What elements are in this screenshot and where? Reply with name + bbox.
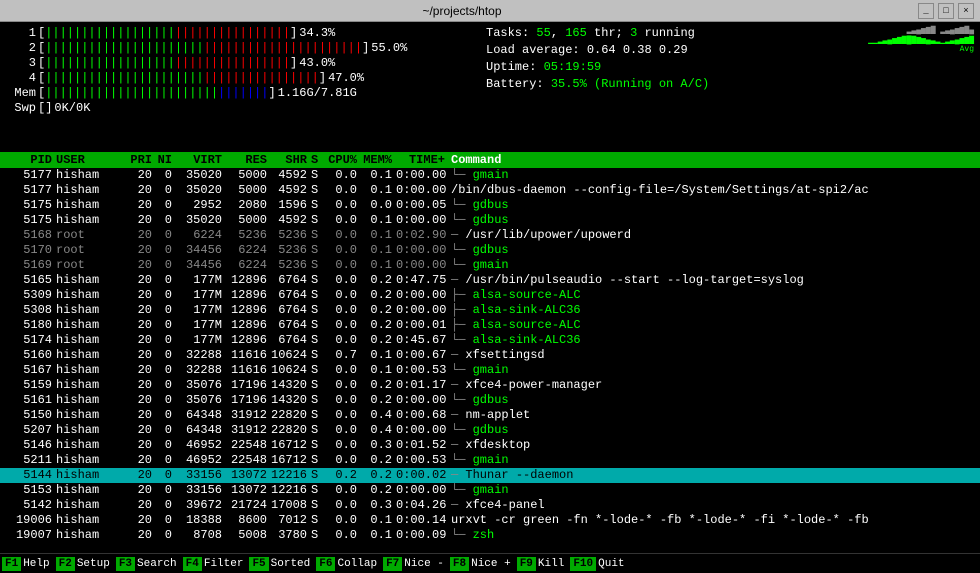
fn-key-f5[interactable]: F5 Sorted [249,557,314,571]
process-table-header: PID USER PRI NI VIRT RES SHR S CPU% MEM%… [0,152,980,168]
fn-key-f7[interactable]: F7 Nice - [383,557,448,571]
table-row[interactable]: 5309 hisham 20 0 177M 12896 6764 S 0.0 0… [0,288,980,303]
window-title: ~/projects/htop [422,4,501,18]
header-mem[interactable]: MEM% [361,153,396,167]
maximize-button[interactable]: □ [938,3,954,19]
table-row[interactable]: 5170 root 20 0 34456 6224 5236 S 0.0 0.1… [0,243,980,258]
stats-left: Tasks: 55, 165 thr; 3 running Load avera… [486,26,709,94]
close-button[interactable]: × [958,3,974,19]
mem-bar: ||||||||||||||||||||||||||||||| [45,87,268,99]
header-cpu[interactable]: CPU% [326,153,361,167]
table-row[interactable]: 5175 hisham 20 0 35020 5000 4592 S 0.0 0… [0,213,980,228]
table-row[interactable]: 5161 hisham 20 0 35076 17196 14320 S 0.0… [0,393,980,408]
table-row[interactable]: 5211 hisham 20 0 46952 22548 16712 S 0.0… [0,453,980,468]
uptime-row: Uptime: 05:19:59 [486,60,709,74]
fn-key-f9[interactable]: F9 Kill [517,557,569,571]
table-row[interactable]: 5168 root 20 0 6224 5236 5236 S 0.0 0.1 … [0,228,980,243]
table-row[interactable]: 5160 hisham 20 0 32288 11616 10624 S 0.7… [0,348,980,363]
battery-row: Battery: 35.5% (Running on A/C) [486,77,709,91]
table-row[interactable]: 19006 hisham 20 0 18388 8600 7012 S 0.0 … [0,513,980,528]
fn-key-f6[interactable]: F6 Collap [316,557,381,571]
table-row[interactable]: 5153 hisham 20 0 33156 13072 12216 S 0.0… [0,483,980,498]
table-row[interactable]: 5142 hisham 20 0 39672 21724 17008 S 0.0… [0,498,980,513]
table-row[interactable]: 5144 hisham 20 0 33156 13072 12216 S 0.2… [0,468,980,483]
table-row[interactable]: 5177 hisham 20 0 35020 5000 4592 S 0.0 0… [0,168,980,183]
titlebar-controls-right: _ □ × [918,3,974,19]
fn-key-f10[interactable]: F10 Quit [570,557,628,571]
titlebar: ~/projects/htop _ □ × [0,0,980,22]
mem-usage: 1.16G/7.81G [278,86,357,100]
header-user[interactable]: USER [56,153,126,167]
header-shr[interactable]: SHR [271,153,311,167]
mem-bar-row: Mem [ ||||||||||||||||||||||||||||||| ] … [6,86,466,100]
header-cmd[interactable]: Command [451,153,974,167]
fn-key-f3[interactable]: F3 Search [116,557,181,571]
cpu-bar-row-4: 4 [ ||||||||||||||||||||||||||||||||||||… [6,71,466,85]
fn-key-f8[interactable]: F8 Nice + [450,557,515,571]
header-pid[interactable]: PID [6,153,56,167]
swp-label: Swp [6,101,36,115]
tasks-row: Tasks: 55, 165 thr; 3 running [486,26,709,40]
table-row[interactable]: 5177 hisham 20 0 35020 5000 4592 S 0.0 0… [0,183,980,198]
header-virt[interactable]: VIRT [176,153,226,167]
fn-key-f2[interactable]: F2 Setup [56,557,114,571]
battery-value: 35.5% (Running on A/C) [551,77,709,91]
table-row[interactable]: 5146 hisham 20 0 46952 22548 16712 S 0.0… [0,438,980,453]
cpu-graph: ▂▃▄▅▆▇ ▂▃▄▅▆▇▄ ▁▁▂▃▄▅▆▇█▇▆▅▄▃▂▁▂▃▄▅▆▇ Av… [854,26,974,94]
header-ni[interactable]: NI [156,153,176,167]
header-time[interactable]: TIME+ [396,153,451,167]
minimize-button[interactable]: _ [918,3,934,19]
swp-bar-row: Swp [ ] 0K/0K [6,101,466,115]
table-row[interactable]: 5174 hisham 20 0 177M 12896 6764 S 0.0 0… [0,333,980,348]
process-list: 5177 hisham 20 0 35020 5000 4592 S 0.0 0… [0,168,980,553]
table-row[interactable]: 19007 hisham 20 0 8708 5008 3780 S 0.0 0… [0,528,980,543]
table-row[interactable]: 5180 hisham 20 0 177M 12896 6764 S 0.0 0… [0,318,980,333]
function-key-bar: F1 Help F2 Setup F3 Search F4 Filter F5 … [0,553,980,573]
load-row: Load average: 0.64 0.38 0.29 [486,43,709,57]
mem-label: Mem [6,86,36,100]
table-row[interactable]: 5308 hisham 20 0 177M 12896 6764 S 0.0 0… [0,303,980,318]
table-row[interactable]: 5207 hisham 20 0 64348 31912 22820 S 0.0… [0,423,980,438]
table-row[interactable]: 5169 root 20 0 34456 6224 5236 S 0.0 0.1… [0,258,980,273]
swp-usage: 0K/0K [54,101,114,115]
terminal: 1 [ |||||||||||||||||||||||||||||||||| ]… [0,22,980,573]
system-info-panel: Tasks: 55, 165 thr; 3 running Load avera… [466,26,974,150]
tasks-value: 55 [536,26,550,40]
cpu-mem-bars: 1 [ |||||||||||||||||||||||||||||||||| ]… [6,26,466,150]
bars-container: 1 [ |||||||||||||||||||||||||||||||||| ]… [6,26,466,85]
fn-key-f1[interactable]: F1 Help [2,557,54,571]
table-row[interactable]: 5167 hisham 20 0 32288 11616 10624 S 0.0… [0,363,980,378]
table-row[interactable]: 5175 hisham 20 0 2952 2080 1596 S 0.0 0.… [0,198,980,213]
system-stats-section: 1 [ |||||||||||||||||||||||||||||||||| ]… [0,22,980,152]
load-value: 0.64 0.38 0.29 [587,43,688,57]
cpu-bar-row-3: 3 [ |||||||||||||||||||||||||||||||||| ]… [6,56,466,70]
table-row[interactable]: 5150 hisham 20 0 64348 31912 22820 S 0.0… [0,408,980,423]
header-pri[interactable]: PRI [126,153,156,167]
fn-key-f4[interactable]: F4 Filter [183,557,248,571]
header-res[interactable]: RES [226,153,271,167]
table-row[interactable]: 5165 hisham 20 0 177M 12896 6764 S 0.0 0… [0,273,980,288]
cpu-bar-row-1: 1 [ |||||||||||||||||||||||||||||||||| ]… [6,26,466,40]
cpu-bar-row-2: 2 [ ||||||||||||||||||||||||||||||||||||… [6,41,466,55]
table-row[interactable]: 5159 hisham 20 0 35076 17196 14320 S 0.0… [0,378,980,393]
uptime-value: 05:19:59 [544,60,602,74]
header-s[interactable]: S [311,153,326,167]
